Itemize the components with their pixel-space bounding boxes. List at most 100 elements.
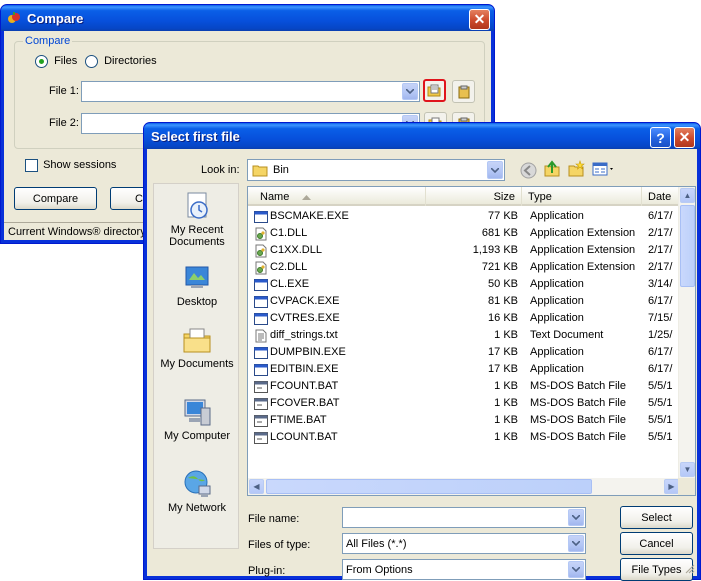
file-row[interactable]: FTIME.BAT 1 KB MS-DOS Batch File 5/5/1 [248,412,680,429]
dialog-close-button[interactable]: ✕ [674,127,695,148]
back-button[interactable] [520,162,537,182]
file-type-cell: Application Extension [530,244,636,256]
file-type-cell: MS-DOS Batch File [530,431,626,443]
file-type-cell: Application Extension [530,227,636,239]
file-row[interactable]: C1.DLL 681 KB Application Extension 2/17/ [248,225,680,242]
file-type-cell: Application [530,278,584,290]
file-date-cell: 3/14/ [648,278,673,290]
file1-combo[interactable] [81,81,420,102]
file-size-cell: 16 KB [488,312,518,324]
plugin-dropdown-button[interactable] [568,561,584,578]
show-sessions-checkbox[interactable]: Show sessions [25,159,116,172]
file-row[interactable]: CVPACK.EXE 81 KB Application 6/17/ [248,293,680,310]
files-of-type-combo[interactable]: All Files (*.*) [342,533,586,554]
file1-dropdown-button[interactable] [402,83,418,100]
file-date-cell: 6/17/ [648,295,673,307]
scroll-up-button[interactable]: ▲ [680,188,695,203]
compare-close-button[interactable]: ✕ [469,9,490,30]
clipboard-icon [458,85,469,98]
vertical-scrollbar[interactable]: ▲ ▼ [678,187,695,478]
plugin-value: From Options [346,564,413,576]
column-size[interactable]: Size [426,187,522,206]
place-desktop[interactable]: Desktop [154,262,240,308]
select-button[interactable]: Select [620,506,693,529]
column-size-label: Size [493,191,515,203]
file1-clipboard-button[interactable] [452,80,475,103]
help-button[interactable]: ? [650,127,671,148]
files-of-type-value: All Files (*.*) [346,538,407,550]
scroll-left-button[interactable]: ◀ [249,479,264,494]
files-radio-dot[interactable] [35,55,48,68]
place-recent-documents[interactable]: My Recent Documents [154,190,240,248]
new-folder-icon [568,160,585,177]
file-size-cell: 77 KB [488,210,518,222]
file-name-cell: CVTRES.EXE [270,312,340,324]
file-row[interactable]: C2.DLL 721 KB Application Extension 2/17/ [248,259,680,276]
file-date-cell: 5/5/1 [648,397,673,409]
new-folder-button[interactable] [567,160,585,181]
file-row[interactable]: C1XX.DLL 1,193 KB Application Extension 2/1… [248,242,680,259]
resize-grip-icon[interactable] [684,563,695,574]
files-radio[interactable]: Files [35,55,77,68]
scroll-down-button[interactable]: ▼ [680,462,695,477]
file-row[interactable]: LCOUNT.BAT 1 KB MS-DOS Batch File 5/5/1 [248,429,680,446]
close-icon: ✕ [678,129,691,145]
scroll-right-button[interactable]: ▶ [664,479,679,494]
column-type[interactable]: Type [522,187,642,206]
file-size-cell: 721 KB [481,261,518,273]
file-row[interactable]: BSCMAKE.EXE 77 KB Application 6/17/ [248,208,680,225]
show-sessions-box[interactable] [25,159,38,172]
file-size-cell: 1 KB [494,380,518,392]
files-of-type-dropdown-button[interactable] [568,535,584,552]
place-my-documents[interactable]: My Documents [154,324,240,370]
chevron-down-icon [572,515,580,520]
file-date-cell: 2/17/ [648,261,673,273]
file-row[interactable]: CL.EXE 50 KB Application 3/14/ [248,276,680,293]
up-folder-button[interactable] [543,160,561,181]
directories-radio-label: Directories [104,55,157,68]
place-my-network[interactable]: My Network [154,468,240,514]
vertical-scroll-thumb[interactable] [680,205,695,287]
look-in-label: Look in: [201,164,240,176]
directories-radio[interactable]: Directories [85,55,157,68]
cancel-button[interactable]: Cancel [620,532,693,555]
compare-titlebar[interactable]: Compare ✕ [1,5,494,31]
my-network-icon [184,470,211,497]
file-list[interactable]: Name Size Type Date BSCMAKE.EXE 77 KB Appl… [247,186,696,496]
compare-button[interactable]: Compare [14,187,97,210]
file-row[interactable]: diff_strings.txt 1 KB Text Document 1/25/ [248,327,680,344]
view-menu-button[interactable] [592,162,616,179]
file-types-button[interactable]: File Types [620,558,693,581]
sort-ascending-icon [302,195,312,200]
file-size-cell: 1 KB [494,414,518,426]
file-name-combo[interactable] [342,507,586,528]
look-in-dropdown-button[interactable] [487,161,503,179]
back-arrow-icon [520,162,537,179]
column-name[interactable]: Name [248,187,426,206]
file-row[interactable]: CVTRES.EXE 16 KB Application 7/15/ [248,310,680,327]
file-date-cell: 7/15/ [648,312,673,324]
plugin-combo[interactable]: From Options [342,559,586,580]
file-name-cell: EDITBIN.EXE [270,363,339,375]
file-row[interactable]: FCOVER.BAT 1 KB MS-DOS Batch File 5/5/1 [248,395,680,412]
file-row[interactable]: DUMPBIN.EXE 17 KB Application 6/17/ [248,344,680,361]
file-name-cell: FCOVER.BAT [270,397,340,409]
directories-radio-dot[interactable] [85,55,98,68]
place-my-computer-label: My Computer [163,430,231,442]
column-date[interactable]: Date [642,187,682,206]
file-row[interactable]: FCOUNT.BAT 1 KB MS-DOS Batch File 5/5/1 [248,378,680,395]
file-row[interactable]: EDITBIN.EXE 17 KB Application 6/17/ [248,361,680,378]
exe-icon [254,363,268,377]
file-name-dropdown-button[interactable] [568,509,584,526]
file1-browse-button[interactable] [423,79,446,102]
horizontal-scrollbar[interactable]: ◀ ▶ [248,478,680,495]
files-radio-label: Files [54,55,78,68]
scrollbar-corner [678,478,695,495]
look-in-combo[interactable]: Bin [247,159,505,181]
desktop-icon [185,266,209,288]
place-my-computer[interactable]: My Computer [154,396,240,442]
horizontal-scroll-thumb[interactable] [266,479,592,494]
file-type-cell: Application [530,363,584,375]
file-type-cell: MS-DOS Batch File [530,380,626,392]
dialog-titlebar[interactable]: Select first file ? ✕ [144,123,700,149]
